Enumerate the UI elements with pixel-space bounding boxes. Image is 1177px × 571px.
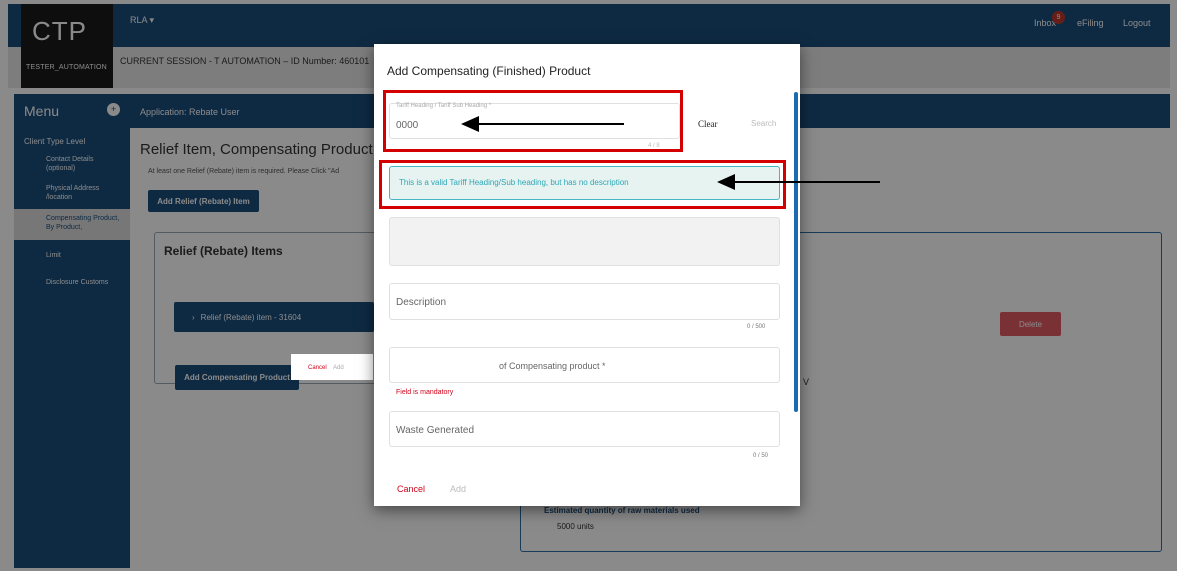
annotation-arrows — [461, 116, 880, 190]
arrow-message — [717, 174, 880, 190]
arrow-tariff — [461, 116, 624, 132]
